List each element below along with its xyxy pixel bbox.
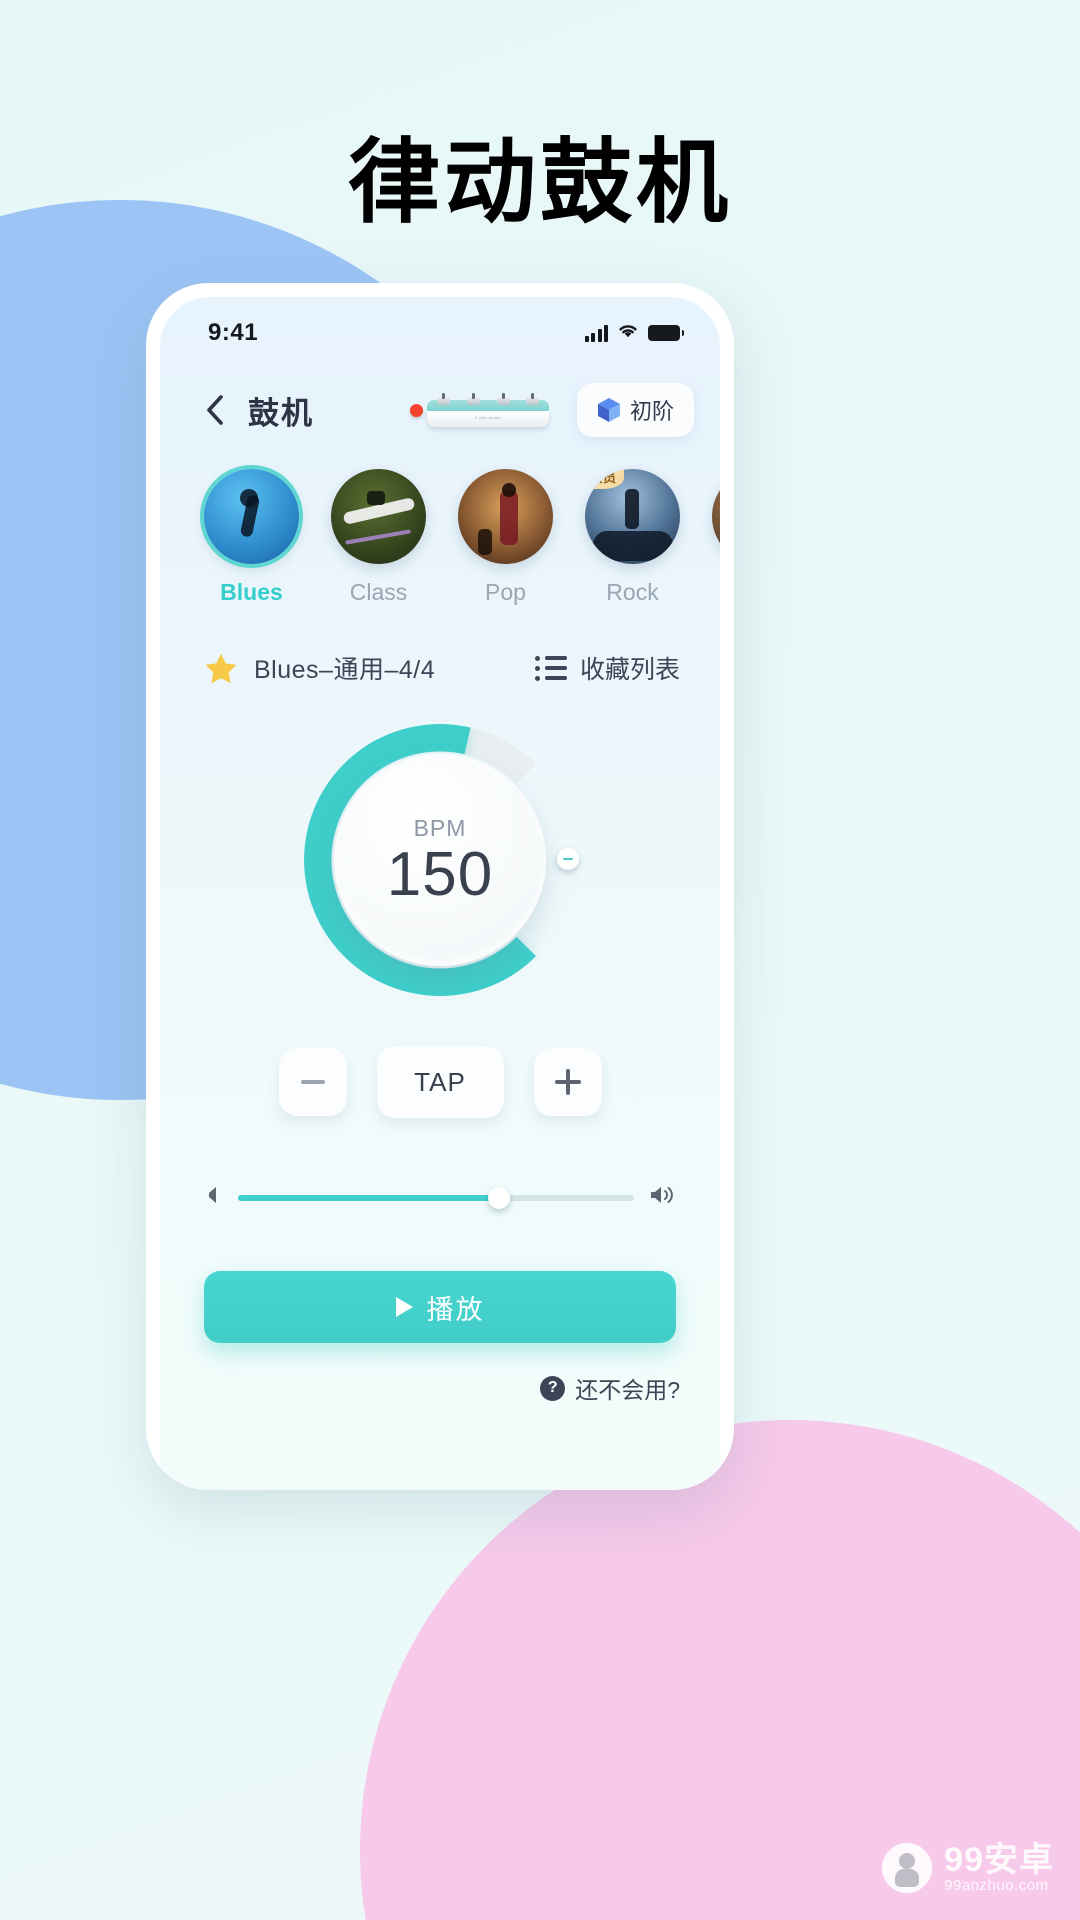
genre-item-class[interactable]: Class	[331, 469, 426, 606]
favorites-bar: Blues–通用–4/4 收藏列表	[160, 606, 720, 686]
phone-mockup: 9:41 鼓机 F-one music 初阶 Blues Class Pop 会…	[146, 283, 734, 1490]
back-button[interactable]	[200, 393, 230, 427]
current-pattern-label: Blues–通用–4/4	[254, 656, 436, 684]
genre-label-rock: Rock	[606, 579, 659, 605]
dial-handle-icon[interactable]	[557, 848, 579, 870]
volume-low-icon[interactable]	[204, 1185, 222, 1210]
current-pattern[interactable]: Blues–通用–4/4	[204, 650, 435, 686]
page-headline: 律动鼓机	[347, 132, 732, 234]
level-badge[interactable]: 初阶	[576, 383, 694, 437]
star-icon	[205, 653, 237, 683]
vip-tag-country: 会员	[712, 469, 720, 489]
app-header: 鼓机 F-one music 初阶	[160, 355, 720, 437]
android-robot-icon	[882, 1843, 933, 1894]
page-title: 鼓机	[248, 395, 314, 431]
watermark-texts: 99安卓 99anzhuo.com	[944, 1840, 1054, 1895]
plus-icon	[554, 1069, 581, 1095]
minus-icon	[300, 1080, 325, 1084]
play-icon	[395, 1297, 413, 1317]
genre-item-country[interactable]: 会员 Country	[712, 469, 720, 606]
tempo-controls: TAP	[160, 1046, 720, 1118]
drum-pedal-icon: F-one music	[426, 393, 549, 427]
watermark-url: 99anzhuo.com	[944, 1877, 1049, 1895]
question-mark-icon: ?	[540, 1375, 566, 1401]
volume-slider[interactable]	[238, 1186, 634, 1209]
cube-icon	[597, 398, 620, 422]
status-icons	[584, 322, 684, 344]
genre-carousel[interactable]: Blues Class Pop 会员 Rock	[160, 437, 720, 606]
bpm-unit-label: BPM	[413, 814, 467, 841]
tap-tempo-button[interactable]: TAP	[376, 1046, 504, 1118]
volume-control	[160, 1184, 720, 1211]
favorites-list-label: 收藏列表	[579, 656, 680, 684]
level-badge-label: 初阶	[629, 399, 674, 424]
help-link-label: 还不会用?	[575, 1377, 680, 1403]
tap-button-label: TAP	[414, 1066, 466, 1097]
bpm-dial[interactable]: BPM 150	[304, 724, 579, 996]
chevron-left-icon	[207, 395, 223, 425]
wifi-icon	[617, 322, 639, 344]
help-link[interactable]: ? 还不会用?	[160, 1343, 720, 1405]
status-bar: 9:41	[160, 297, 720, 355]
genre-thumb-rock: 会员	[585, 469, 680, 564]
play-button-label: 播放	[426, 1294, 485, 1325]
decrease-bpm-button[interactable]	[278, 1048, 347, 1116]
status-time: 9:41	[208, 319, 259, 346]
genre-item-pop[interactable]: Pop	[458, 469, 553, 606]
volume-slider-fill	[238, 1194, 500, 1201]
bpm-value: 150	[386, 839, 494, 909]
genre-thumb-country: 会员	[712, 469, 720, 564]
bpm-dial-area: BPM 150	[160, 724, 720, 996]
list-icon	[534, 655, 567, 681]
watermark-title: 99安卓	[944, 1840, 1054, 1879]
genre-item-rock[interactable]: 会员 Rock	[585, 469, 680, 606]
genre-label-pop: Pop	[485, 579, 526, 605]
increase-bpm-button[interactable]	[533, 1048, 602, 1116]
volume-slider-knob[interactable]	[488, 1186, 511, 1209]
vip-tag-rock: 会员	[585, 469, 625, 489]
volume-high-icon[interactable]	[650, 1184, 676, 1211]
genre-item-blues[interactable]: Blues	[204, 469, 299, 606]
genre-thumb-pop	[458, 469, 553, 564]
phone-screen: 9:41 鼓机 F-one music 初阶 Blues Class Pop 会…	[160, 297, 720, 1490]
genre-label-blues: Blues	[220, 579, 283, 605]
battery-full-icon	[648, 325, 684, 341]
site-watermark: 99安卓 99anzhuo.com	[882, 1840, 1054, 1895]
play-button[interactable]: 播放	[204, 1271, 676, 1343]
genre-thumb-blues	[204, 469, 299, 564]
genre-label-country: Country	[712, 579, 720, 606]
signal-bars-icon	[584, 324, 608, 342]
drum-pedal-device[interactable]: F-one music	[409, 393, 549, 427]
genre-label-class: Class	[349, 579, 408, 605]
favorites-list-button[interactable]: 收藏列表	[534, 650, 680, 686]
record-dot-icon	[409, 403, 423, 417]
bpm-dial-center: BPM 150	[334, 754, 546, 966]
genre-thumb-class	[331, 469, 426, 564]
